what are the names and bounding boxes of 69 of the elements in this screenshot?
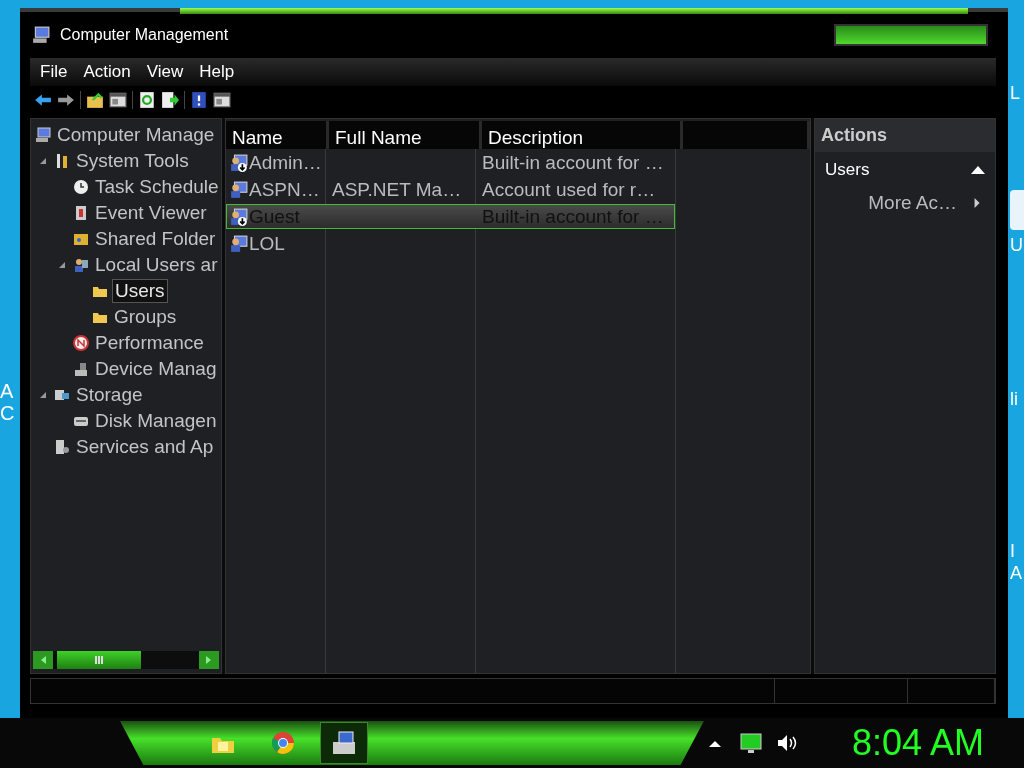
expand-arrow-icon[interactable] (59, 262, 65, 268)
tools-icon (54, 153, 70, 169)
tree-item[interactable]: System Tools (74, 150, 191, 172)
shared-folder-icon (73, 231, 89, 247)
folder-icon[interactable] (86, 91, 104, 109)
panel-icon[interactable] (109, 91, 127, 109)
column-header[interactable]: Description (482, 121, 683, 149)
clock[interactable]: 8:04 AM (851, 722, 984, 764)
tree-item[interactable]: Local Users ar (93, 254, 220, 276)
window-title: Computer Management (60, 26, 229, 44)
performance-icon (73, 335, 89, 351)
scroll-thumb[interactable] (57, 651, 141, 669)
services-icon (54, 439, 70, 455)
tree-item[interactable]: Task Schedule (93, 176, 221, 198)
users-icon (73, 257, 89, 273)
tree-item[interactable]: Groups (112, 306, 179, 328)
clock-icon (73, 179, 89, 195)
grip-icon (92, 655, 106, 665)
action-link[interactable]: More Ac… (868, 192, 957, 214)
user-name: ASPN… (249, 178, 320, 201)
desktop-icon-label: I (1010, 540, 1015, 562)
desktop-icon-label: U (1010, 234, 1023, 256)
selected-row[interactable] (226, 204, 675, 229)
expand-arrow-icon[interactable] (40, 392, 46, 398)
tree-item[interactable]: Disk Managen (93, 410, 219, 432)
desktop-icon-label: A (1010, 562, 1022, 584)
computer-icon (32, 26, 50, 44)
computer-icon (331, 730, 357, 756)
log-icon (73, 205, 89, 221)
desktop-icon-label: C (0, 402, 15, 424)
tree-item[interactable]: Shared Folder (93, 228, 218, 250)
tree-item[interactable]: Device Manag (93, 358, 219, 380)
scroll-right-button[interactable] (199, 651, 219, 669)
expand-arrow-icon[interactable] (40, 158, 46, 164)
column-header[interactable]: Name (226, 121, 329, 149)
tree-item[interactable]: Computer Manage (55, 124, 217, 146)
tree-item[interactable]: Event Viewer (93, 202, 209, 224)
tree-item[interactable]: Performance (93, 332, 206, 354)
storage-icon (54, 387, 70, 403)
tree-item[interactable]: Services and Ap (74, 436, 216, 458)
refresh-icon[interactable] (138, 91, 156, 109)
menu-item[interactable]: Help (191, 60, 243, 84)
menu-item[interactable]: View (138, 60, 192, 84)
menu-item[interactable]: File (32, 60, 76, 84)
tree-item[interactable]: Users (112, 279, 168, 303)
menu-item[interactable]: Action (75, 60, 139, 84)
help-icon[interactable] (190, 91, 208, 109)
user-name: Admin… (249, 151, 322, 174)
browser-icon (270, 730, 296, 756)
computer-icon (35, 127, 51, 143)
actions-header: Actions (815, 119, 995, 152)
collapse-arrow-icon[interactable] (971, 165, 985, 175)
export-icon[interactable] (161, 91, 179, 109)
window-controls[interactable] (834, 24, 988, 46)
user-name: LOL (249, 232, 285, 255)
table-cell-text: Built-in account for … (481, 150, 665, 175)
column-header[interactable]: Full Name (329, 121, 482, 149)
actions-section-title[interactable]: Users (825, 160, 870, 180)
scroll-left-button[interactable] (33, 651, 53, 669)
desktop-icon-label: A (0, 380, 14, 402)
device-icon (73, 361, 89, 377)
table-cell-text: ASP.NET Ma… (331, 177, 463, 202)
taskbar-button[interactable] (320, 722, 368, 764)
table-cell-text: Account used for r… (481, 177, 657, 202)
desktop-icon-label: li (1010, 388, 1018, 410)
desktop-icon-label: L (1010, 82, 1020, 104)
tree-item[interactable]: Storage (74, 384, 145, 406)
monitor-icon[interactable] (739, 732, 762, 754)
panel-icon[interactable] (213, 91, 231, 109)
